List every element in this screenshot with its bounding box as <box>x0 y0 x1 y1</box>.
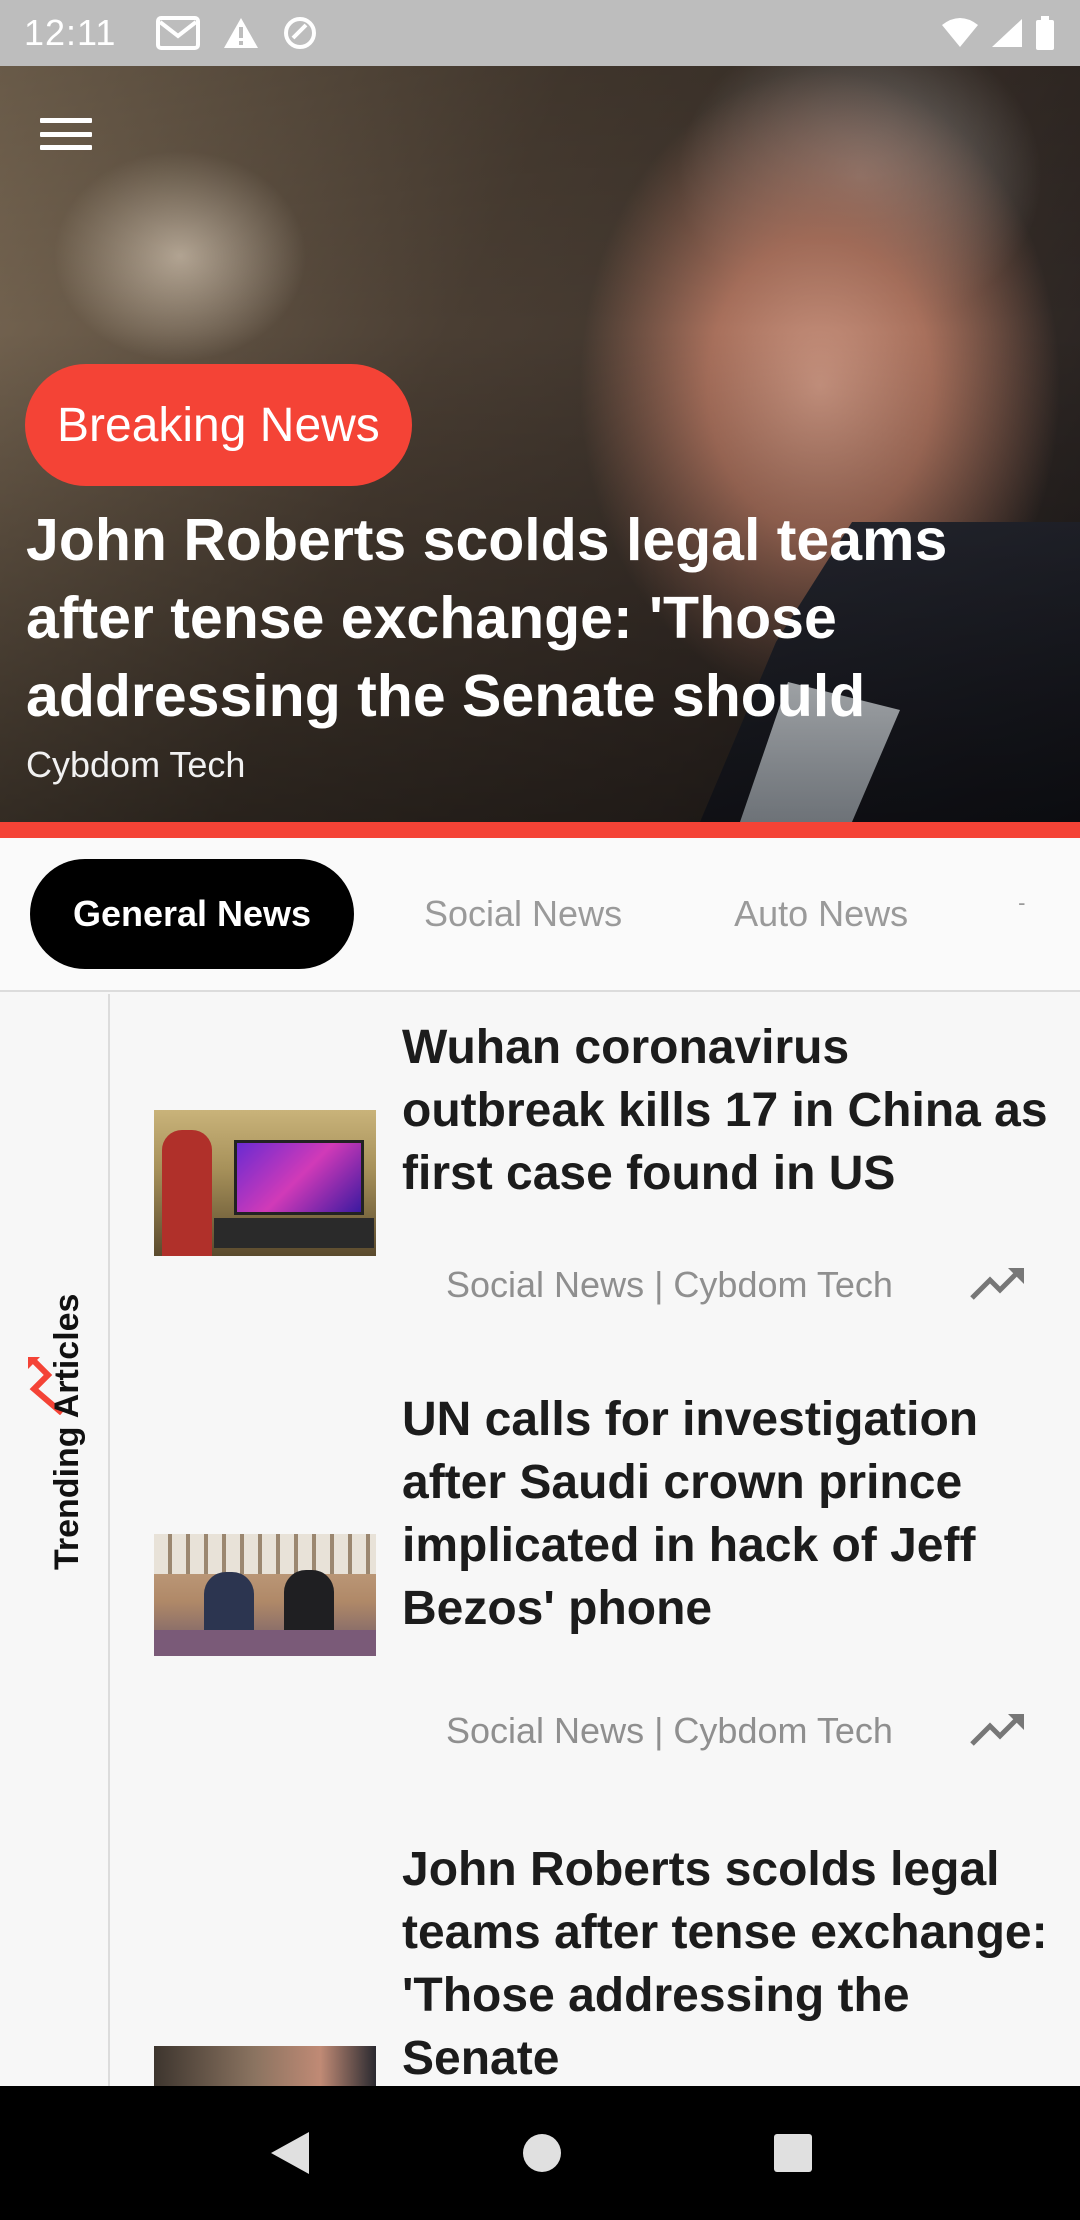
recents-icon[interactable] <box>773 2133 813 2173</box>
warning-icon <box>224 18 259 48</box>
article-thumbnail <box>154 2046 376 2086</box>
article-title[interactable]: John Roberts scolds legal teams after te… <box>402 1838 1062 2086</box>
system-nav-bar <box>0 2086 1080 2220</box>
home-icon[interactable] <box>521 2132 563 2174</box>
signal-icon <box>992 19 1022 47</box>
status-bar: 12:11 <box>0 0 1080 66</box>
thumbnail-windows <box>154 1534 376 1574</box>
article-thumbnail <box>154 1110 376 1256</box>
sync-icon <box>284 17 317 49</box>
breaking-news-badge: Breaking News <box>25 364 412 486</box>
status-time: 12:11 <box>24 12 117 53</box>
gmail-icon <box>156 16 201 50</box>
battery-icon <box>1036 16 1054 50</box>
thumbnail-desk <box>214 1218 374 1248</box>
hero-banner[interactable]: Breaking News John Roberts scolds legal … <box>0 66 1080 822</box>
tab-overflow[interactable]: - <box>1018 890 1025 916</box>
hero-accent-line <box>0 822 1080 838</box>
notification-icons <box>156 15 318 51</box>
trending-up-icon[interactable] <box>970 1712 1026 1748</box>
thumbnail-person <box>162 1130 212 1256</box>
trending-articles-label: Trending Articles <box>48 1293 86 1570</box>
thumbnail-chairs <box>154 1630 376 1656</box>
article-meta: Social News | Cybdom Tech <box>446 1710 893 1751</box>
thumbnail-screens <box>234 1140 364 1215</box>
back-icon[interactable] <box>267 2130 311 2176</box>
article-thumbnail <box>154 1534 376 1656</box>
system-icons <box>940 16 1056 50</box>
hero-source: Cybdom Tech <box>26 744 246 785</box>
wifi-icon <box>942 18 978 47</box>
article-title[interactable]: UN calls for investigation after Saudi c… <box>402 1388 1062 1640</box>
article-meta: Social News | Cybdom Tech <box>446 1264 893 1305</box>
category-tabs: General News Social News Auto News - <box>0 838 1080 992</box>
article-list: Wuhan coronavirus outbreak kills 17 in C… <box>112 994 1080 2086</box>
trending-up-icon[interactable] <box>970 1266 1026 1302</box>
tab-auto-news[interactable]: Auto News <box>734 893 908 935</box>
menu-icon[interactable] <box>40 114 92 154</box>
article-title[interactable]: Wuhan coronavirus outbreak kills 17 in C… <box>402 1016 1062 1205</box>
hero-title[interactable]: John Roberts scolds legal teams after te… <box>26 501 1046 735</box>
tab-general-news[interactable]: General News <box>30 859 354 969</box>
tab-social-news[interactable]: Social News <box>424 893 622 935</box>
